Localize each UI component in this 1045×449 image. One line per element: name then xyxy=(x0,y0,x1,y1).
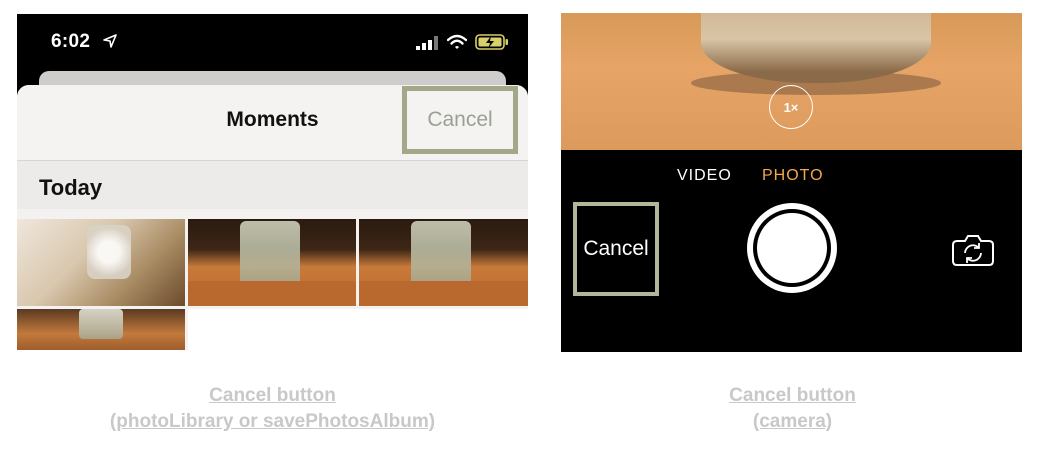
caption-line: (photoLibrary or savePhotosAlbum) xyxy=(109,411,436,432)
camera-viewfinder: 1× xyxy=(561,13,1022,150)
section-header: Today xyxy=(17,161,528,209)
camera-cancel-button[interactable]: Cancel xyxy=(583,237,648,261)
photo-thumbnail[interactable] xyxy=(359,219,528,306)
caption-camera: Cancel button (camera) xyxy=(620,383,965,435)
photo-thumbnail[interactable] xyxy=(188,219,356,306)
shutter-core xyxy=(757,213,827,283)
empty-grid-area xyxy=(188,309,528,350)
photo-thumbnail[interactable] xyxy=(17,309,185,350)
zoom-button[interactable]: 1× xyxy=(769,85,813,129)
caption-line: Cancel button xyxy=(209,385,336,406)
picker-header: Moments Cancel xyxy=(17,85,528,161)
cancel-highlight-box: Cancel xyxy=(573,202,659,296)
shutter-button[interactable] xyxy=(747,203,837,293)
wifi-icon xyxy=(447,34,467,49)
cellular-signal-icon xyxy=(416,36,438,50)
mode-photo[interactable]: PHOTO xyxy=(762,167,824,185)
picker-cancel-button[interactable]: Cancel xyxy=(427,108,492,132)
battery-charging-icon xyxy=(475,34,508,50)
caption-photo-library: Cancel button (photoLibrary or savePhoto… xyxy=(40,383,505,435)
location-arrow-icon xyxy=(103,34,117,48)
caption-line: Cancel button xyxy=(729,385,856,406)
photo-picker-screenshot: 6:02 Moments Cancel Today xyxy=(17,14,528,350)
status-bar: 6:02 xyxy=(17,14,528,74)
viewfinder-object xyxy=(701,13,931,83)
mode-video[interactable]: VIDEO xyxy=(677,167,732,185)
photo-thumbnail[interactable] xyxy=(17,219,185,306)
camera-flip-icon[interactable] xyxy=(949,231,997,267)
section-label-today: Today xyxy=(39,175,103,200)
caption-line: (camera) xyxy=(752,411,833,432)
camera-screenshot: 1× VIDEO PHOTO Cancel xyxy=(561,13,1022,352)
shutter-ring xyxy=(753,209,831,287)
cancel-highlight-box: Cancel xyxy=(402,86,518,154)
status-time: 6:02 xyxy=(51,31,91,52)
